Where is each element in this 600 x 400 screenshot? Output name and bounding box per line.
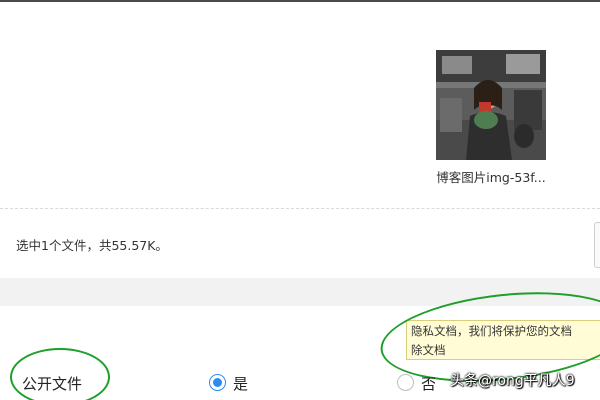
privacy-tooltip-line1: 隐私文档，我们将保护您的文档 xyxy=(411,324,572,338)
file-name-label: 博客图片img-53f... xyxy=(436,170,546,185)
privacy-tooltip: 隐私文档，我们将保护您的文档 除文档 xyxy=(406,320,600,360)
file-preview-area: 博客图片img-53f... xyxy=(0,2,600,209)
side-button-partial[interactable] xyxy=(594,222,600,268)
selection-status-bar: 选中1个文件，共55.57K。 xyxy=(0,210,600,278)
public-file-label: 公开文件 xyxy=(22,375,83,393)
watermark-text: 头条@rong平凡人9 xyxy=(450,373,575,389)
public-no-radio[interactable] xyxy=(397,374,414,391)
public-no-label[interactable]: 否 xyxy=(421,373,436,394)
public-yes-label[interactable]: 是 xyxy=(233,373,248,394)
file-thumbnail[interactable] xyxy=(436,50,546,160)
section-divider xyxy=(0,278,600,306)
photo-thumbnail-icon xyxy=(436,50,546,160)
selection-status-text: 选中1个文件，共55.57K。 xyxy=(16,238,168,253)
privacy-tooltip-line2: 除文档 xyxy=(411,343,446,357)
public-yes-radio[interactable] xyxy=(209,374,226,391)
